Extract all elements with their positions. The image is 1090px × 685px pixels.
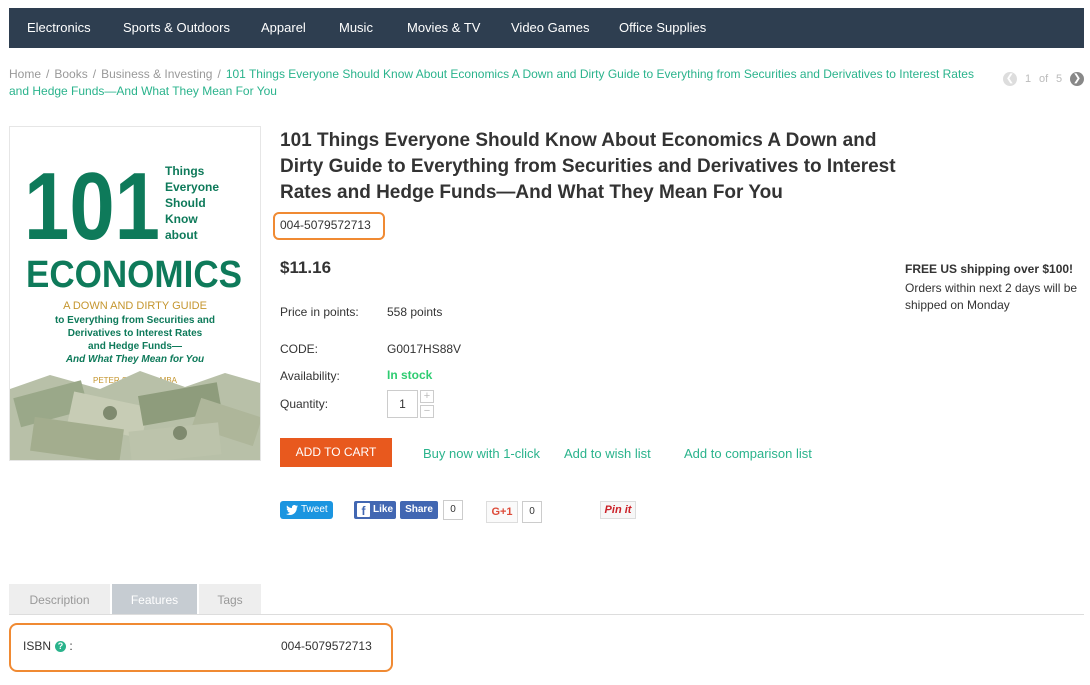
pinterest-button[interactable]: Pin it	[600, 501, 636, 519]
cover-things-line: about	[165, 228, 198, 242]
add-to-comparison-link[interactable]: Add to comparison list	[684, 446, 812, 461]
buy-now-link[interactable]: Buy now with 1-click	[423, 446, 540, 461]
quantity-input[interactable]: 1	[387, 390, 418, 418]
chevron-right-icon[interactable]: ❯	[1070, 72, 1084, 86]
breadcrumb-separator: /	[46, 67, 50, 81]
facebook-icon: f	[357, 503, 370, 518]
pager-total: 5	[1056, 73, 1063, 85]
nav-item-movies-tv[interactable]: Movies & TV	[407, 8, 480, 48]
quantity-label: Quantity:	[280, 397, 329, 411]
breadcrumb-books[interactable]: Books	[54, 67, 87, 81]
isbn-label-text: ISBN	[23, 639, 52, 653]
isbn-colon: :	[69, 639, 73, 653]
facebook-share-button[interactable]: Share	[400, 501, 438, 519]
product-title: 101 Things Everyone Should Know About Ec…	[280, 130, 896, 203]
breadcrumb-separator: /	[217, 67, 221, 81]
breadcrumb-home[interactable]: Home	[9, 67, 41, 81]
breadcrumb-business-investing[interactable]: Business & Investing	[101, 67, 212, 81]
shipping-text: Orders within next 2 days will be shippe…	[905, 281, 1078, 312]
tab-features[interactable]: Features	[112, 584, 197, 614]
product-image[interactable]: 101 Things Everyone Should Know about EC…	[9, 126, 261, 461]
isbn-label: ISBN? :	[23, 639, 73, 653]
quantity-decrease-button[interactable]: −	[420, 405, 434, 418]
code-value: G0017HS88V	[387, 342, 462, 356]
add-to-cart-button[interactable]: ADD TO CART	[280, 438, 392, 467]
nav-item-electronics[interactable]: Electronics	[27, 8, 91, 48]
nav-item-music[interactable]: Music	[339, 8, 373, 48]
breadcrumb: Home / Books / Business & Investing/101 Thin…	[9, 66, 984, 100]
isbn-value: 004-5079572713	[281, 639, 372, 653]
nav-item-sports-outdoors[interactable]: Sports & Outdoors	[123, 8, 230, 48]
cover-number: 101	[24, 153, 160, 260]
cover-subtitle: Derivatives to Interest Rates	[68, 328, 203, 339]
product-sku: 004-5079572713	[280, 218, 371, 232]
cover-subject: ECONOMICS	[26, 254, 242, 296]
cover-subtitle: and Hedge Funds—	[88, 341, 182, 352]
cover-things-line: Everyone	[165, 180, 219, 194]
cover-subtitle: A DOWN AND DIRTY GUIDE	[63, 300, 207, 312]
pager-of: of	[1039, 73, 1049, 85]
tab-tags[interactable]: Tags	[199, 584, 261, 614]
nav-item-apparel[interactable]: Apparel	[261, 8, 306, 48]
nav-item-video-games[interactable]: Video Games	[511, 8, 590, 48]
cover-things-line: Should	[165, 196, 206, 210]
facebook-share-count: 0	[443, 500, 463, 520]
product-pager: ❮ 1 of 5 ❯	[1003, 72, 1085, 88]
tweet-button[interactable]: Tweet	[280, 501, 333, 519]
google-plus-button[interactable]: G+1	[486, 501, 518, 523]
cover-subtitle: to Everything from Securities and	[55, 315, 215, 326]
chevron-left-icon[interactable]: ❮	[1003, 72, 1017, 86]
book-cover: 101 Things Everyone Should Know about EC…	[10, 127, 260, 460]
quantity-stepper: 1 + −	[387, 390, 435, 418]
points-label: Price in points:	[280, 305, 359, 319]
cover-things-line: Things	[165, 164, 205, 178]
help-icon[interactable]: ?	[55, 641, 67, 653]
code-label: CODE:	[280, 342, 319, 356]
nav-item-office-supplies[interactable]: Office Supplies	[619, 8, 706, 48]
tabs-divider	[9, 614, 1084, 615]
top-navigation: Electronics Sports & Outdoors Apparel Mu…	[9, 8, 1084, 48]
product-price: $11.16	[280, 258, 332, 277]
breadcrumb-separator: /	[92, 67, 97, 81]
cover-subtitle: And What They Mean for You	[65, 354, 204, 365]
pager-current: 1	[1025, 73, 1032, 85]
shipping-title: FREE US shipping over $100!	[905, 262, 1074, 276]
twitter-bird-icon	[286, 505, 298, 515]
tab-description[interactable]: Description	[9, 584, 110, 614]
cover-things-line: Know	[165, 212, 198, 226]
availability-label: Availability:	[280, 369, 340, 383]
tweet-label: Tweet	[301, 504, 328, 515]
add-to-wish-list-link[interactable]: Add to wish list	[564, 446, 651, 461]
money-pile-illustration	[10, 371, 260, 460]
quantity-increase-button[interactable]: +	[420, 390, 434, 403]
google-plus-count: 0	[522, 501, 542, 523]
availability-value: In stock	[387, 368, 433, 382]
points-value: 558 points	[387, 305, 443, 319]
facebook-like-label: Like	[373, 504, 394, 515]
facebook-like-button[interactable]: f Like	[354, 501, 396, 519]
